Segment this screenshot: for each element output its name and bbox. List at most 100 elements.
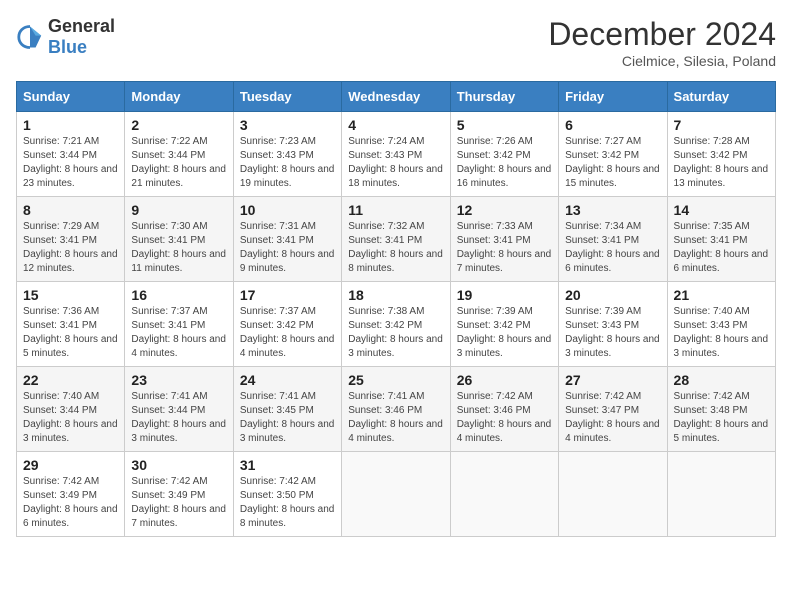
day-number: 31 <box>240 457 335 473</box>
day-number: 22 <box>23 372 118 388</box>
title-block: December 2024 Cielmice, Silesia, Poland <box>548 16 776 69</box>
day-info: Sunrise: 7:35 AMSunset: 3:41 PMDaylight:… <box>674 221 769 274</box>
day-number: 21 <box>674 287 769 303</box>
day-number: 25 <box>348 372 443 388</box>
day-info: Sunrise: 7:41 AMSunset: 3:44 PMDaylight:… <box>131 391 226 444</box>
weekday-header-thursday: Thursday <box>450 82 558 112</box>
week-row-1: 1 Sunrise: 7:21 AMSunset: 3:44 PMDayligh… <box>17 112 776 197</box>
day-cell: 9 Sunrise: 7:30 AMSunset: 3:41 PMDayligh… <box>125 197 233 282</box>
day-info: Sunrise: 7:29 AMSunset: 3:41 PMDaylight:… <box>23 221 118 274</box>
day-number: 26 <box>457 372 552 388</box>
day-info: Sunrise: 7:24 AMSunset: 3:43 PMDaylight:… <box>348 136 443 189</box>
day-info: Sunrise: 7:42 AMSunset: 3:49 PMDaylight:… <box>131 476 226 529</box>
day-info: Sunrise: 7:40 AMSunset: 3:44 PMDaylight:… <box>23 391 118 444</box>
day-info: Sunrise: 7:42 AMSunset: 3:50 PMDaylight:… <box>240 476 335 529</box>
week-row-5: 29 Sunrise: 7:42 AMSunset: 3:49 PMDaylig… <box>17 452 776 537</box>
day-info: Sunrise: 7:34 AMSunset: 3:41 PMDaylight:… <box>565 221 660 274</box>
logo-blue: Blue <box>48 37 87 57</box>
day-number: 16 <box>131 287 226 303</box>
day-cell: 3 Sunrise: 7:23 AMSunset: 3:43 PMDayligh… <box>233 112 341 197</box>
day-cell <box>342 452 450 537</box>
day-cell: 20 Sunrise: 7:39 AMSunset: 3:43 PMDaylig… <box>559 282 667 367</box>
logo-icon <box>16 23 44 51</box>
day-info: Sunrise: 7:23 AMSunset: 3:43 PMDaylight:… <box>240 136 335 189</box>
day-cell: 22 Sunrise: 7:40 AMSunset: 3:44 PMDaylig… <box>17 367 125 452</box>
day-cell: 7 Sunrise: 7:28 AMSunset: 3:42 PMDayligh… <box>667 112 775 197</box>
weekday-header-row: SundayMondayTuesdayWednesdayThursdayFrid… <box>17 82 776 112</box>
day-number: 12 <box>457 202 552 218</box>
day-info: Sunrise: 7:40 AMSunset: 3:43 PMDaylight:… <box>674 306 769 359</box>
day-cell: 28 Sunrise: 7:42 AMSunset: 3:48 PMDaylig… <box>667 367 775 452</box>
day-info: Sunrise: 7:42 AMSunset: 3:46 PMDaylight:… <box>457 391 552 444</box>
weekday-header-tuesday: Tuesday <box>233 82 341 112</box>
day-number: 28 <box>674 372 769 388</box>
calendar-table: SundayMondayTuesdayWednesdayThursdayFrid… <box>16 81 776 537</box>
day-cell: 29 Sunrise: 7:42 AMSunset: 3:49 PMDaylig… <box>17 452 125 537</box>
day-number: 3 <box>240 117 335 133</box>
day-cell: 18 Sunrise: 7:38 AMSunset: 3:42 PMDaylig… <box>342 282 450 367</box>
day-info: Sunrise: 7:28 AMSunset: 3:42 PMDaylight:… <box>674 136 769 189</box>
day-cell: 12 Sunrise: 7:33 AMSunset: 3:41 PMDaylig… <box>450 197 558 282</box>
day-cell: 24 Sunrise: 7:41 AMSunset: 3:45 PMDaylig… <box>233 367 341 452</box>
weekday-header-monday: Monday <box>125 82 233 112</box>
day-cell: 17 Sunrise: 7:37 AMSunset: 3:42 PMDaylig… <box>233 282 341 367</box>
day-cell: 23 Sunrise: 7:41 AMSunset: 3:44 PMDaylig… <box>125 367 233 452</box>
day-number: 9 <box>131 202 226 218</box>
weekday-header-friday: Friday <box>559 82 667 112</box>
day-info: Sunrise: 7:27 AMSunset: 3:42 PMDaylight:… <box>565 136 660 189</box>
logo: General Blue <box>16 16 115 58</box>
day-number: 2 <box>131 117 226 133</box>
day-info: Sunrise: 7:37 AMSunset: 3:41 PMDaylight:… <box>131 306 226 359</box>
day-number: 8 <box>23 202 118 218</box>
day-info: Sunrise: 7:22 AMSunset: 3:44 PMDaylight:… <box>131 136 226 189</box>
day-cell: 16 Sunrise: 7:37 AMSunset: 3:41 PMDaylig… <box>125 282 233 367</box>
day-number: 10 <box>240 202 335 218</box>
day-cell <box>450 452 558 537</box>
day-number: 11 <box>348 202 443 218</box>
day-cell: 11 Sunrise: 7:32 AMSunset: 3:41 PMDaylig… <box>342 197 450 282</box>
day-cell <box>559 452 667 537</box>
day-info: Sunrise: 7:26 AMSunset: 3:42 PMDaylight:… <box>457 136 552 189</box>
day-number: 19 <box>457 287 552 303</box>
day-info: Sunrise: 7:32 AMSunset: 3:41 PMDaylight:… <box>348 221 443 274</box>
month-title: December 2024 <box>548 16 776 53</box>
day-number: 13 <box>565 202 660 218</box>
day-info: Sunrise: 7:42 AMSunset: 3:48 PMDaylight:… <box>674 391 769 444</box>
day-number: 14 <box>674 202 769 218</box>
day-info: Sunrise: 7:41 AMSunset: 3:46 PMDaylight:… <box>348 391 443 444</box>
day-cell: 5 Sunrise: 7:26 AMSunset: 3:42 PMDayligh… <box>450 112 558 197</box>
day-cell: 27 Sunrise: 7:42 AMSunset: 3:47 PMDaylig… <box>559 367 667 452</box>
day-cell: 26 Sunrise: 7:42 AMSunset: 3:46 PMDaylig… <box>450 367 558 452</box>
day-cell: 25 Sunrise: 7:41 AMSunset: 3:46 PMDaylig… <box>342 367 450 452</box>
day-info: Sunrise: 7:36 AMSunset: 3:41 PMDaylight:… <box>23 306 118 359</box>
day-number: 29 <box>23 457 118 473</box>
day-number: 20 <box>565 287 660 303</box>
day-info: Sunrise: 7:41 AMSunset: 3:45 PMDaylight:… <box>240 391 335 444</box>
day-number: 23 <box>131 372 226 388</box>
day-cell: 10 Sunrise: 7:31 AMSunset: 3:41 PMDaylig… <box>233 197 341 282</box>
day-cell: 4 Sunrise: 7:24 AMSunset: 3:43 PMDayligh… <box>342 112 450 197</box>
week-row-4: 22 Sunrise: 7:40 AMSunset: 3:44 PMDaylig… <box>17 367 776 452</box>
day-info: Sunrise: 7:33 AMSunset: 3:41 PMDaylight:… <box>457 221 552 274</box>
day-info: Sunrise: 7:42 AMSunset: 3:47 PMDaylight:… <box>565 391 660 444</box>
week-row-3: 15 Sunrise: 7:36 AMSunset: 3:41 PMDaylig… <box>17 282 776 367</box>
day-cell <box>667 452 775 537</box>
day-info: Sunrise: 7:21 AMSunset: 3:44 PMDaylight:… <box>23 136 118 189</box>
location-text: Cielmice, Silesia, Poland <box>548 53 776 69</box>
logo-text: General Blue <box>48 16 115 58</box>
weekday-header-saturday: Saturday <box>667 82 775 112</box>
day-number: 17 <box>240 287 335 303</box>
day-cell: 2 Sunrise: 7:22 AMSunset: 3:44 PMDayligh… <box>125 112 233 197</box>
day-cell: 30 Sunrise: 7:42 AMSunset: 3:49 PMDaylig… <box>125 452 233 537</box>
day-cell: 6 Sunrise: 7:27 AMSunset: 3:42 PMDayligh… <box>559 112 667 197</box>
day-number: 18 <box>348 287 443 303</box>
day-info: Sunrise: 7:39 AMSunset: 3:42 PMDaylight:… <box>457 306 552 359</box>
day-number: 30 <box>131 457 226 473</box>
day-number: 5 <box>457 117 552 133</box>
day-number: 4 <box>348 117 443 133</box>
day-info: Sunrise: 7:30 AMSunset: 3:41 PMDaylight:… <box>131 221 226 274</box>
day-info: Sunrise: 7:38 AMSunset: 3:42 PMDaylight:… <box>348 306 443 359</box>
day-info: Sunrise: 7:42 AMSunset: 3:49 PMDaylight:… <box>23 476 118 529</box>
day-number: 24 <box>240 372 335 388</box>
day-cell: 8 Sunrise: 7:29 AMSunset: 3:41 PMDayligh… <box>17 197 125 282</box>
